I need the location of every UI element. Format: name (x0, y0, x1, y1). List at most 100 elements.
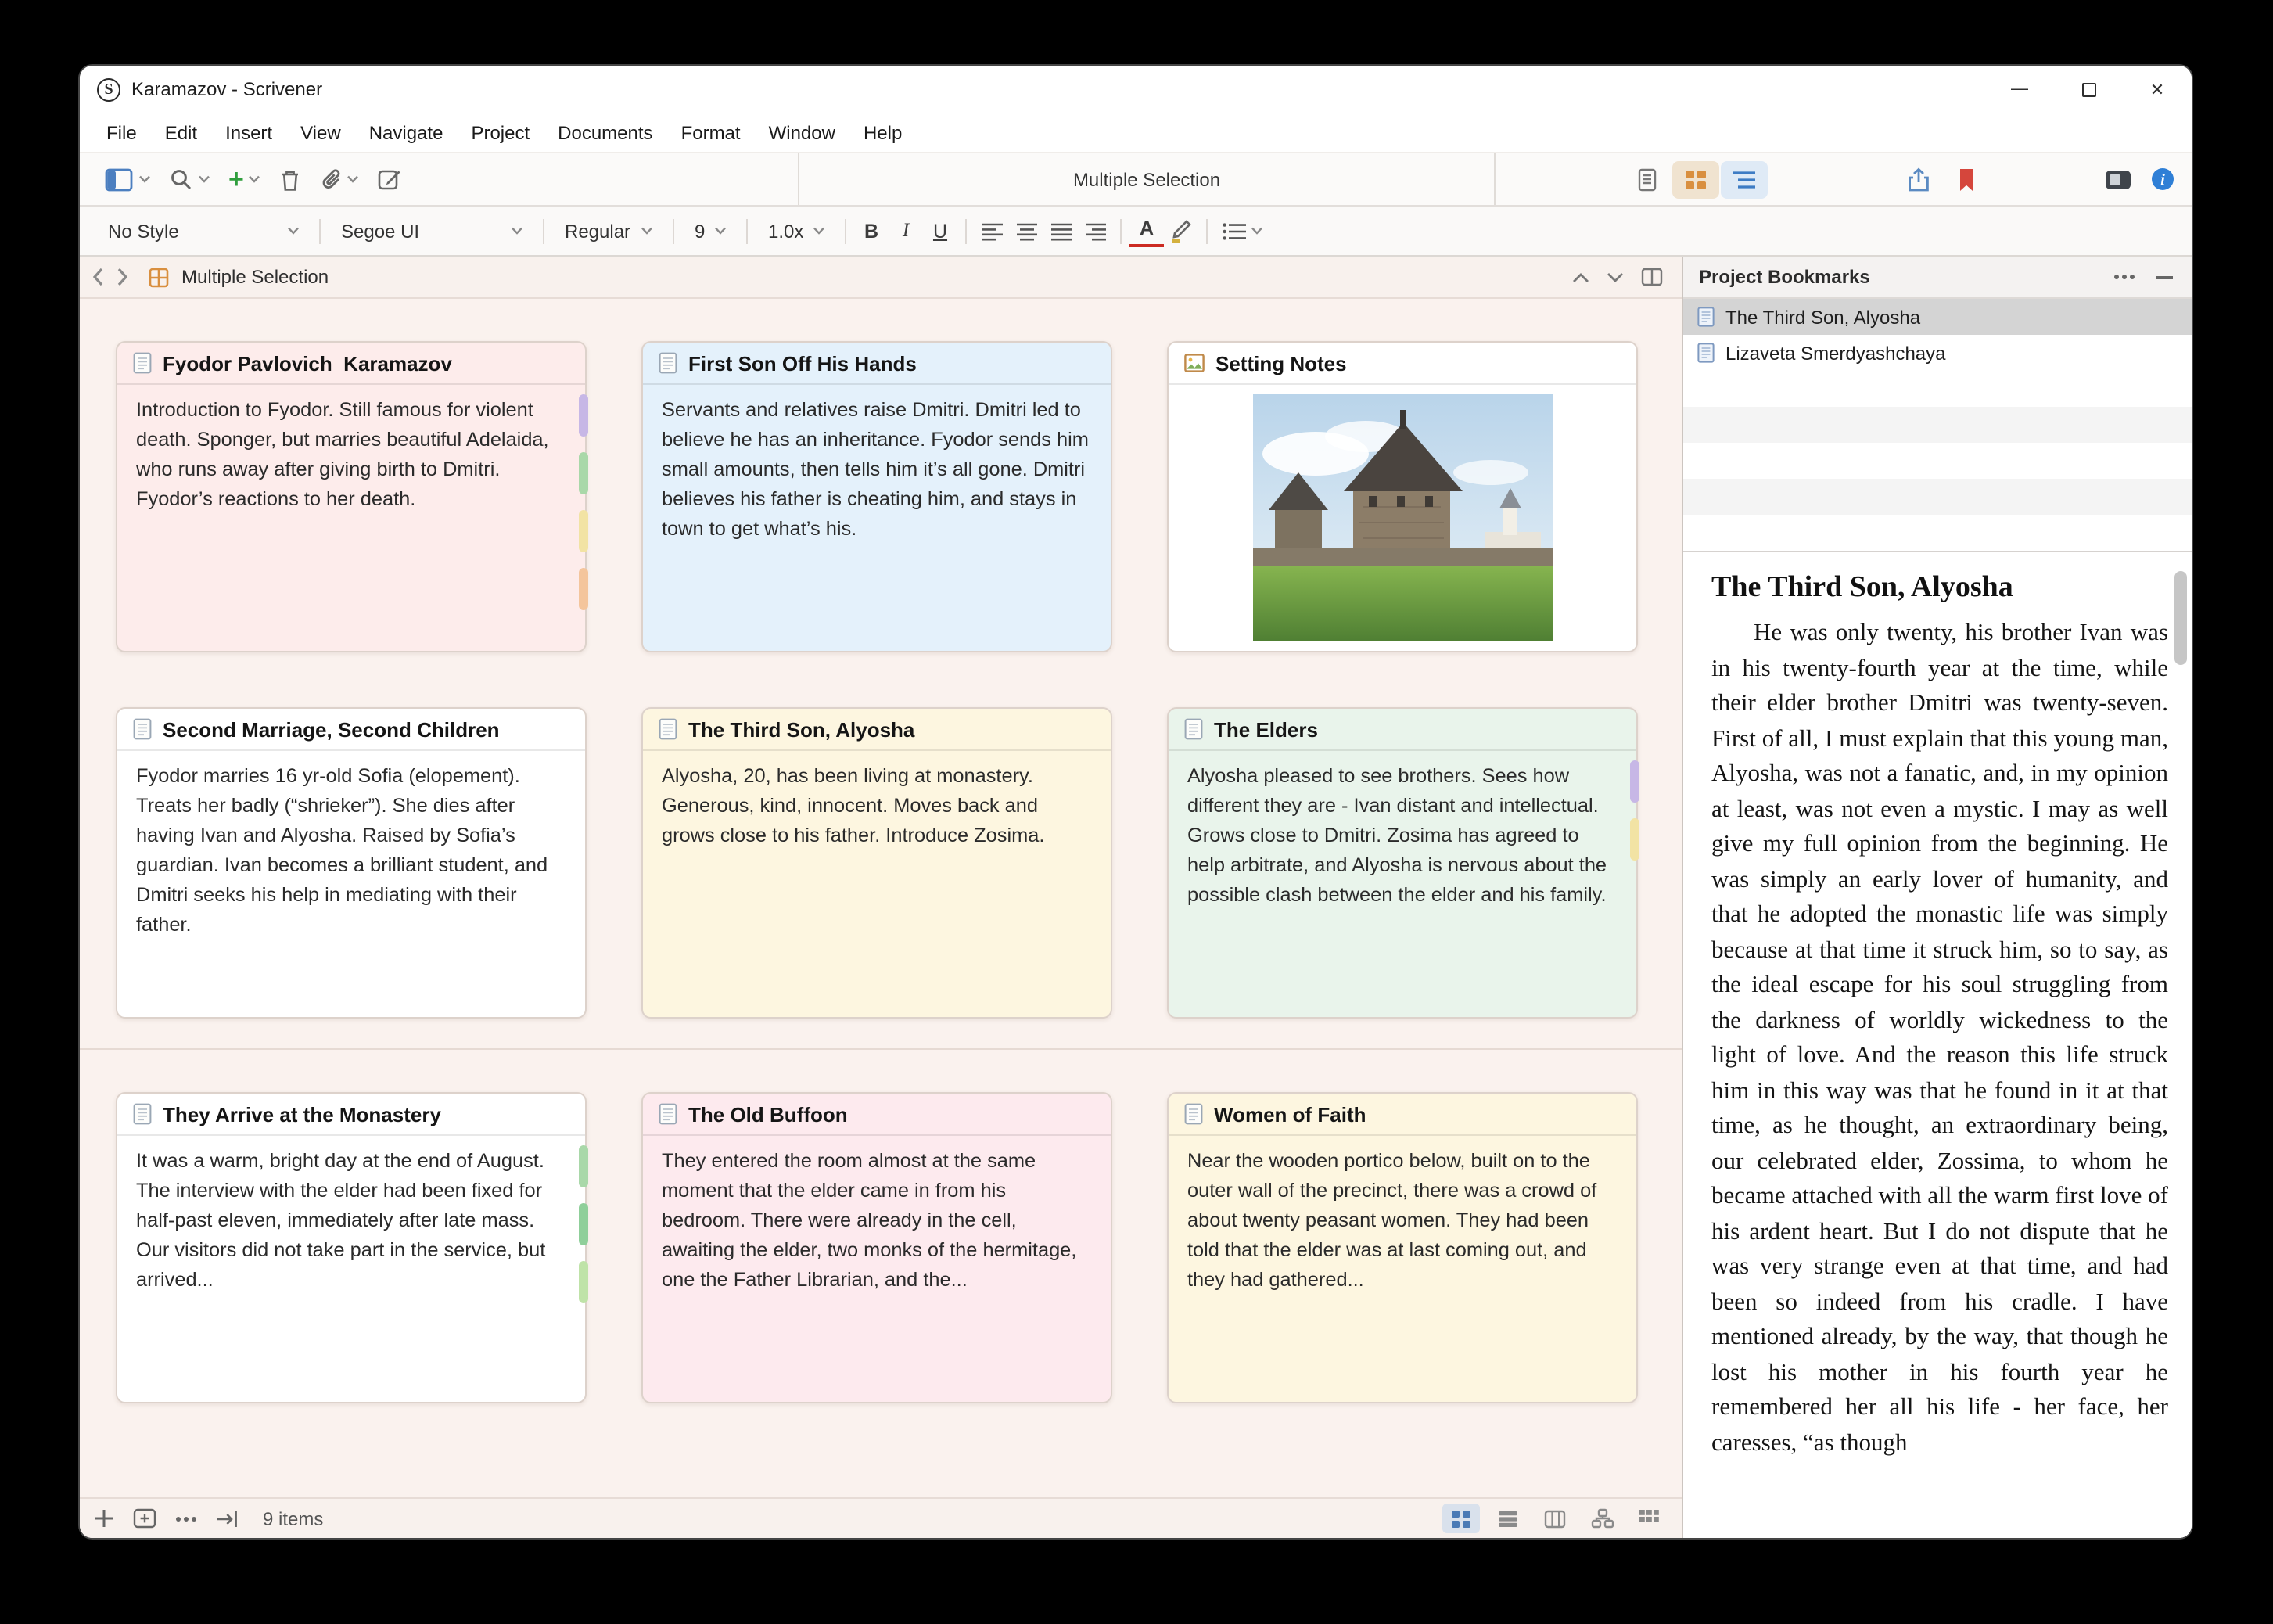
menu-documents[interactable]: Documents (544, 121, 666, 143)
attach-button[interactable] (311, 167, 368, 192)
text-color-button[interactable]: A (1129, 215, 1164, 246)
menu-window[interactable]: Window (755, 121, 849, 143)
index-card[interactable]: They Arrive at the Monastery It was a wa… (116, 1092, 588, 1403)
view-document-button[interactable] (1624, 160, 1671, 198)
label-view-button[interactable] (1489, 1504, 1527, 1533)
export-button[interactable] (216, 1509, 241, 1528)
menu-file[interactable]: File (92, 121, 151, 143)
maximize-button[interactable] (2054, 66, 2123, 113)
layout-button[interactable] (95, 167, 160, 192)
list-button[interactable] (1215, 215, 1269, 246)
index-card[interactable]: Setting Notes (1167, 341, 1638, 652)
font-size-select[interactable]: 9 (682, 215, 738, 246)
cards-view-button[interactable] (1442, 1504, 1480, 1533)
bookmarks-more-button[interactable] (2113, 274, 2135, 280)
card-title: Women of Faith (1214, 1102, 1366, 1126)
menu-edit[interactable]: Edit (151, 121, 211, 143)
menu-insert[interactable]: Insert (211, 121, 286, 143)
line-spacing-select[interactable]: 1.0x (756, 215, 837, 246)
org-chart-icon (1590, 1508, 1614, 1529)
card-title: They Arrive at the Monastery (163, 1102, 441, 1126)
menu-format[interactable]: Format (667, 121, 755, 143)
corkboard-section-divider (80, 1048, 1682, 1050)
share-button[interactable] (1907, 167, 1930, 192)
inspector-info-button[interactable]: i (2151, 167, 2174, 191)
trash-button[interactable] (269, 167, 311, 192)
bold-button[interactable]: B (854, 215, 889, 246)
cards-grid-icon (1452, 1510, 1470, 1527)
quick-reference-button[interactable] (2104, 168, 2132, 190)
card-synopsis: They entered the room almost at the same… (662, 1150, 1077, 1291)
add-document-button[interactable] (94, 1508, 114, 1529)
menu-view[interactable]: View (286, 121, 355, 143)
back-button[interactable] (92, 268, 105, 286)
menu-bar: File Edit Insert View Navigate Project D… (80, 113, 2192, 152)
align-left-button[interactable] (975, 215, 1009, 246)
preview-scrollbar-thumb[interactable] (2174, 571, 2187, 665)
index-card[interactable]: Women of Faith Near the wooden portico b… (1167, 1092, 1638, 1403)
arrange-by-button[interactable] (1583, 1504, 1621, 1533)
chevron-down-icon (347, 175, 358, 183)
align-justify-button[interactable] (1043, 215, 1078, 246)
index-card[interactable]: The Third Son, Alyosha Alyosha, 20, has … (641, 707, 1112, 1019)
highlight-button[interactable] (1164, 215, 1198, 246)
previous-document-button[interactable] (1572, 271, 1589, 282)
compose-button[interactable] (368, 167, 411, 192)
line-spacing-value: 1.0x (768, 220, 804, 242)
toolbar-document-title[interactable]: Multiple Selection (798, 153, 1496, 205)
bookmark-empty-row (1683, 515, 2192, 551)
rows-icon (1499, 1511, 1517, 1526)
menu-help[interactable]: Help (849, 121, 916, 143)
bookmark-button[interactable] (1957, 167, 1976, 192)
columns-view-button[interactable] (1536, 1504, 1574, 1533)
font-variant-select[interactable]: Regular (552, 215, 665, 246)
view-outline-button[interactable] (1721, 160, 1768, 198)
menu-project[interactable]: Project (457, 121, 544, 143)
svg-text:i: i (2160, 171, 2165, 189)
bookmark-empty-row (1683, 371, 2192, 407)
italic-button[interactable]: I (889, 215, 923, 246)
font-select[interactable]: Segoe UI (329, 215, 535, 246)
next-document-button[interactable] (1607, 271, 1624, 282)
minimize-button[interactable]: — (1985, 66, 2054, 113)
style-select[interactable]: No Style (95, 215, 311, 246)
index-card[interactable]: Fyodor Pavlovich Karamazov Introduction … (116, 341, 588, 652)
index-card[interactable]: The Elders Alyosha pleased to see brothe… (1167, 707, 1639, 1019)
chevron-down-icon (512, 227, 522, 235)
split-editor-button[interactable] (1641, 268, 1663, 286)
chevron-down-icon (288, 227, 299, 235)
add-item-button[interactable]: + (219, 166, 269, 192)
align-center-button[interactable] (1009, 215, 1043, 246)
view-corkboard-button[interactable] (1672, 160, 1719, 198)
info-icon: i (2152, 168, 2174, 190)
card-size-button[interactable] (1630, 1504, 1668, 1533)
format-bar: No Style Segoe UI Regular 9 1.0x B I U A (80, 207, 2192, 257)
bookmark-item[interactable]: Lizaveta Smerdyashchaya (1683, 335, 2192, 371)
index-card[interactable]: First Son Off His Hands Servants and rel… (641, 341, 1112, 652)
index-card[interactable]: The Old Buffoon They entered the room al… (641, 1092, 1112, 1403)
menu-navigate[interactable]: Navigate (355, 121, 458, 143)
search-button[interactable] (160, 167, 219, 192)
document-icon (1184, 1103, 1203, 1125)
add-group-button[interactable] (133, 1508, 156, 1529)
view-document-icon (1638, 167, 1657, 191)
forward-button[interactable] (116, 268, 128, 286)
align-left-icon (982, 222, 1002, 240)
bookmark-preview[interactable]: The Third Son, Alyosha He was only twent… (1683, 551, 2192, 1538)
more-options-button[interactable] (175, 1515, 197, 1522)
bookmark-item[interactable]: The Third Son, Alyosha (1683, 299, 2192, 335)
card-synopsis: Alyosha pleased to see brothers. Sees ho… (1187, 765, 1607, 906)
corkboard[interactable]: Fyodor Pavlovich Karamazov Introduction … (80, 299, 1682, 1497)
highlighter-icon (1172, 220, 1191, 243)
underline-button[interactable]: U (923, 215, 957, 246)
title-bar[interactable]: S Karamazov - Scrivener — ✕ (80, 66, 2192, 113)
screen: S Karamazov - Scrivener — ✕ File Edit In… (0, 0, 2273, 1624)
font-size-value: 9 (695, 220, 706, 242)
align-right-button[interactable] (1078, 215, 1112, 246)
close-button[interactable]: ✕ (2123, 66, 2192, 113)
index-card[interactable]: Second Marriage, Second Children Fyodor … (116, 707, 587, 1019)
chevron-down-icon (139, 175, 150, 183)
card-title: The Third Son, Alyosha (688, 717, 915, 741)
card-synopsis: Alyosha, 20, has been living at monaster… (662, 765, 1045, 846)
collapse-button[interactable] (2156, 275, 2173, 279)
